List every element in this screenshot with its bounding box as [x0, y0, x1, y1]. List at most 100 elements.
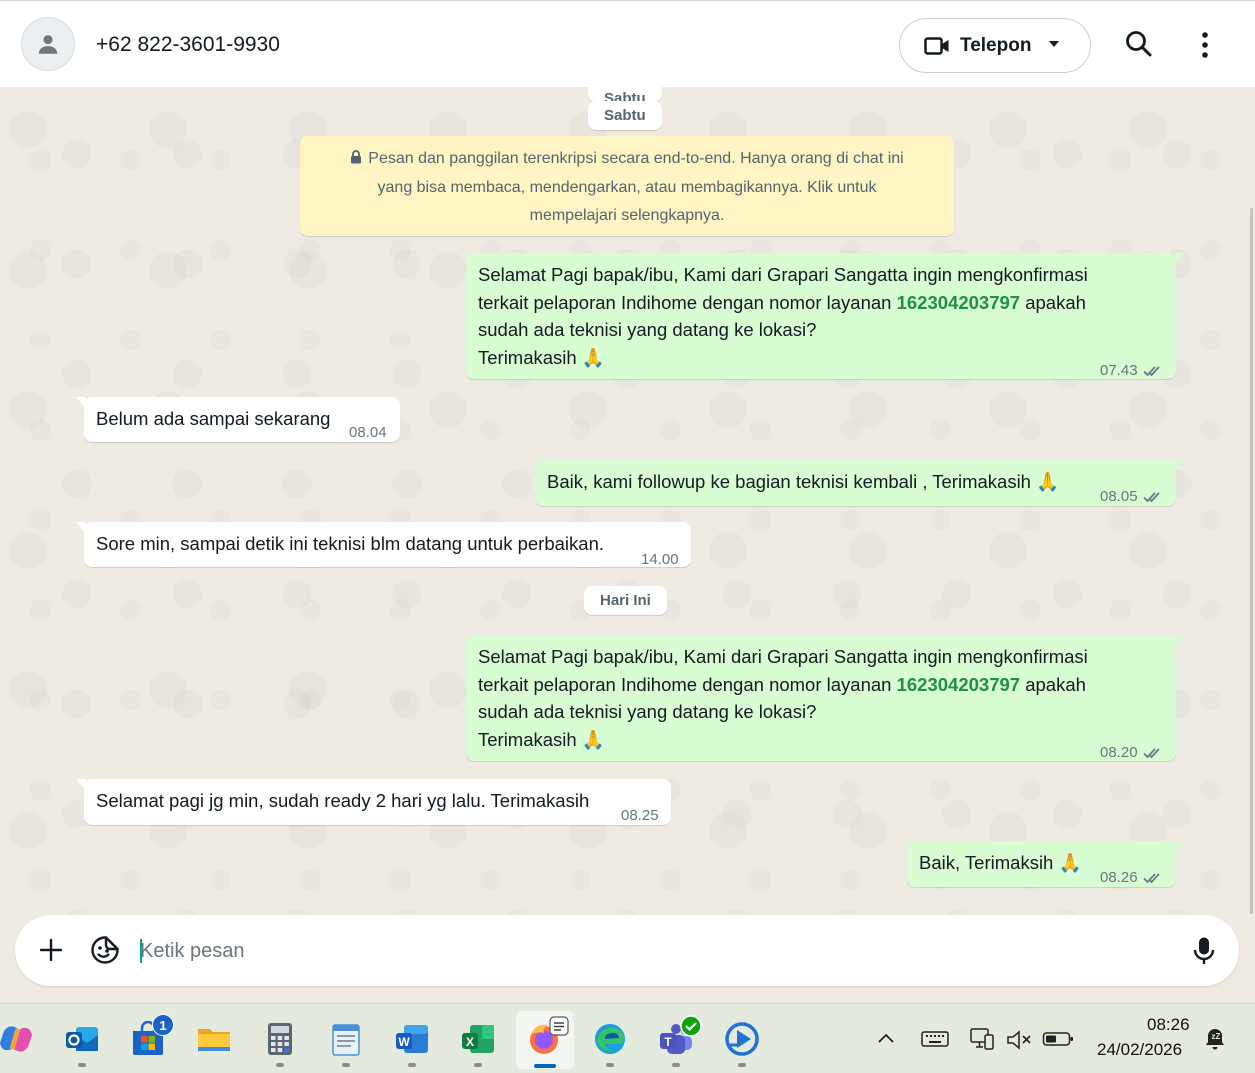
message-line: terkait pelaporan Indihome dengan nomor …	[478, 291, 897, 313]
network-icon[interactable]	[969, 1026, 995, 1052]
lock-icon	[351, 150, 362, 164]
encryption-notice[interactable]: Pesan dan panggilan terenkripsi secara e…	[300, 136, 954, 236]
copilot-icon[interactable]	[0, 1021, 34, 1057]
message-time: 08.20	[1100, 744, 1138, 761]
file-explorer-icon[interactable]	[196, 1021, 232, 1057]
running-indicator	[408, 1063, 416, 1067]
bubble-tail	[1174, 635, 1184, 647]
message-time: 08.05	[1100, 488, 1138, 505]
chevron-up-icon[interactable]	[876, 1029, 896, 1049]
word-icon[interactable]: W	[394, 1021, 430, 1057]
chat-scrollbar[interactable]	[1250, 208, 1253, 914]
message-line: apakah	[1020, 673, 1086, 695]
volume-muted-icon[interactable]	[1006, 1029, 1032, 1051]
message-incoming[interactable]: Selamat pagi jg min, sudah ready 2 hari …	[76, 779, 671, 825]
bubble-tail	[76, 397, 86, 409]
microphone-icon[interactable]	[1193, 936, 1215, 966]
message-text: Belum ada sampai sekarang	[96, 408, 331, 429]
message-outgoing[interactable]: Selamat Pagi bapak/ibu, Kami dari Grapar…	[466, 253, 1184, 379]
notification-bell-snooze-icon[interactable]: zZ	[1203, 1026, 1227, 1052]
call-button-label: Telepon	[960, 35, 1032, 56]
clock-date[interactable]: 24/02/2026	[1097, 1040, 1182, 1060]
teams-status-check-icon	[680, 1015, 702, 1037]
message-time-label: 14.00	[641, 551, 679, 568]
message-text: Baik, kami followup ke bagian teknisi ke…	[547, 471, 1060, 492]
chat-header: +62 822-3601-9930 Telepon	[0, 0, 1255, 88]
excel-icon[interactable]: X	[460, 1021, 496, 1057]
message-line: Selamat Pagi bapak/ibu, Kami dari Grapar…	[478, 264, 1088, 285]
running-indicator	[474, 1063, 482, 1067]
message-incoming[interactable]: Belum ada sampai sekarang 08.04	[76, 397, 400, 442]
double-check-icon	[1142, 492, 1160, 502]
message-text: Selamat Pagi bapak/ibu, Kami dari Grapar…	[478, 643, 1088, 753]
message-line: sudah ada teknisi yang datang ke lokasi?	[478, 319, 817, 340]
running-indicator	[672, 1063, 680, 1067]
calculator-icon[interactable]	[262, 1021, 298, 1057]
message-line: Terimakasih 🙏	[478, 346, 605, 368]
message-meta: 07.43	[1100, 357, 1164, 385]
message-time-label: 08.04	[349, 424, 387, 441]
message-incoming[interactable]: Sore min, sampai detik ini teknisi blm d…	[76, 522, 691, 568]
running-indicator	[738, 1063, 746, 1067]
double-check-icon	[1142, 873, 1160, 883]
message-outgoing[interactable]: Baik, Terimaksih 🙏 08.26	[907, 841, 1184, 887]
more-options-icon[interactable]	[1197, 29, 1213, 61]
firefox-reader-badge-icon	[549, 1016, 569, 1036]
sticker-emoji-icon[interactable]	[90, 935, 120, 965]
clock-time[interactable]: 08:26	[1147, 1015, 1190, 1035]
windows-taskbar: 1 W X T zZ	[0, 1003, 1255, 1073]
message-time: 07.43	[1100, 362, 1138, 379]
bubble-tail	[1174, 253, 1184, 265]
bubble-tail	[76, 522, 86, 534]
message-meta: 08.05	[1100, 483, 1164, 511]
bubble-tail	[1174, 460, 1184, 472]
message-time: 08.04	[349, 419, 387, 447]
date-divider-peek: Sabtu	[588, 86, 662, 102]
message-time: 14.00	[641, 546, 679, 574]
running-indicator	[78, 1063, 86, 1067]
message-composer	[15, 915, 1239, 986]
message-meta: 08.20	[1100, 739, 1164, 767]
encryption-notice-text: Pesan dan panggilan terenkripsi secara e…	[368, 150, 904, 224]
svg-text:T: T	[664, 1035, 672, 1049]
svg-text:zZ: zZ	[1212, 1032, 1221, 1041]
attach-plus-icon[interactable]	[39, 938, 63, 962]
service-number-link[interactable]: 162304203797	[897, 292, 1020, 313]
message-text: Sore min, sampai detik ini teknisi blm d…	[96, 533, 604, 554]
contact-name[interactable]: +62 822-3601-9930	[96, 33, 280, 57]
person-icon	[38, 35, 58, 54]
bubble-tail	[1174, 841, 1184, 853]
date-divider-today: Hari Ini	[584, 586, 667, 615]
message-line: terkait pelaporan Indihome dengan nomor …	[478, 673, 897, 695]
notepad-icon[interactable]	[328, 1021, 364, 1057]
message-line: Selamat Pagi bapak/ibu, Kami dari Grapar…	[478, 646, 1088, 667]
call-button[interactable]: Telepon	[899, 18, 1091, 73]
store-notification-badge: 1	[152, 1014, 174, 1036]
running-indicator	[276, 1063, 284, 1067]
contact-avatar[interactable]	[21, 17, 75, 71]
search-icon[interactable]	[1124, 29, 1154, 59]
service-number-link[interactable]: 162304203797	[897, 674, 1020, 695]
running-indicator	[606, 1063, 614, 1067]
active-app-indicator	[534, 1064, 556, 1068]
date-divider-saturday: Sabtu	[588, 101, 662, 130]
battery-icon[interactable]	[1042, 1029, 1074, 1049]
edge-icon[interactable]	[592, 1021, 628, 1057]
message-text: Selamat Pagi bapak/ibu, Kami dari Grapar…	[478, 261, 1088, 371]
message-text: Selamat pagi jg min, sudah ready 2 hari …	[96, 790, 590, 811]
message-line: Terimakasih 🙏	[478, 728, 605, 750]
message-outgoing[interactable]: Selamat Pagi bapak/ibu, Kami dari Grapar…	[466, 635, 1184, 761]
message-time: 08.25	[621, 802, 659, 830]
message-outgoing[interactable]: Baik, kami followup ke bagian teknisi ke…	[535, 460, 1184, 506]
message-input[interactable]	[140, 931, 1160, 971]
svg-text:X: X	[466, 1035, 474, 1049]
player-icon[interactable]	[724, 1021, 760, 1057]
bubble-tail	[76, 779, 86, 791]
message-time: 08.26	[1100, 869, 1138, 886]
chevron-down-icon[interactable]	[1048, 40, 1060, 48]
keyboard-icon[interactable]	[921, 1029, 949, 1049]
message-line: apakah	[1020, 291, 1086, 313]
double-check-icon	[1142, 748, 1160, 758]
outlook-icon[interactable]	[64, 1021, 100, 1057]
svg-text:W: W	[398, 1035, 410, 1049]
